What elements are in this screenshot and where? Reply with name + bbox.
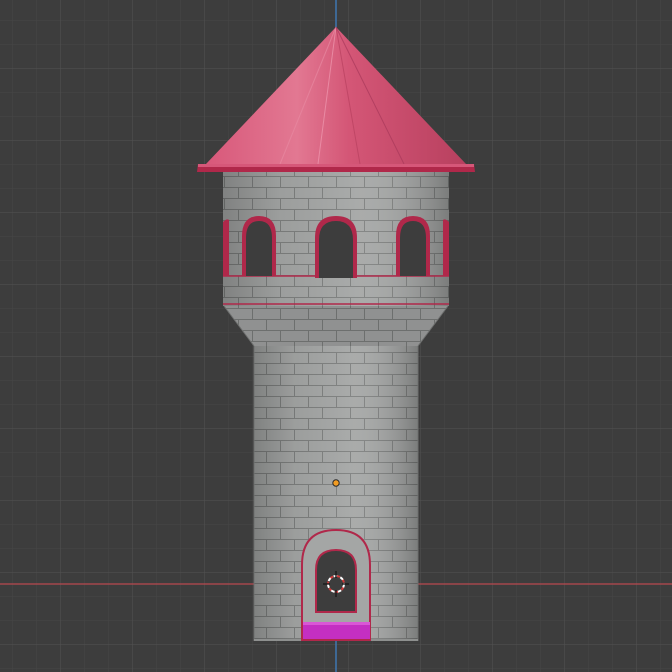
tower-door <box>301 528 371 641</box>
window-edge-left <box>223 219 229 276</box>
window-center <box>315 216 357 278</box>
window-edge-right <box>443 219 449 276</box>
window-right <box>396 216 430 276</box>
tower-corbel <box>223 305 449 347</box>
object-origin-icon[interactable] <box>332 479 340 487</box>
3d-viewport[interactable] <box>0 0 672 672</box>
window-left <box>242 216 276 276</box>
